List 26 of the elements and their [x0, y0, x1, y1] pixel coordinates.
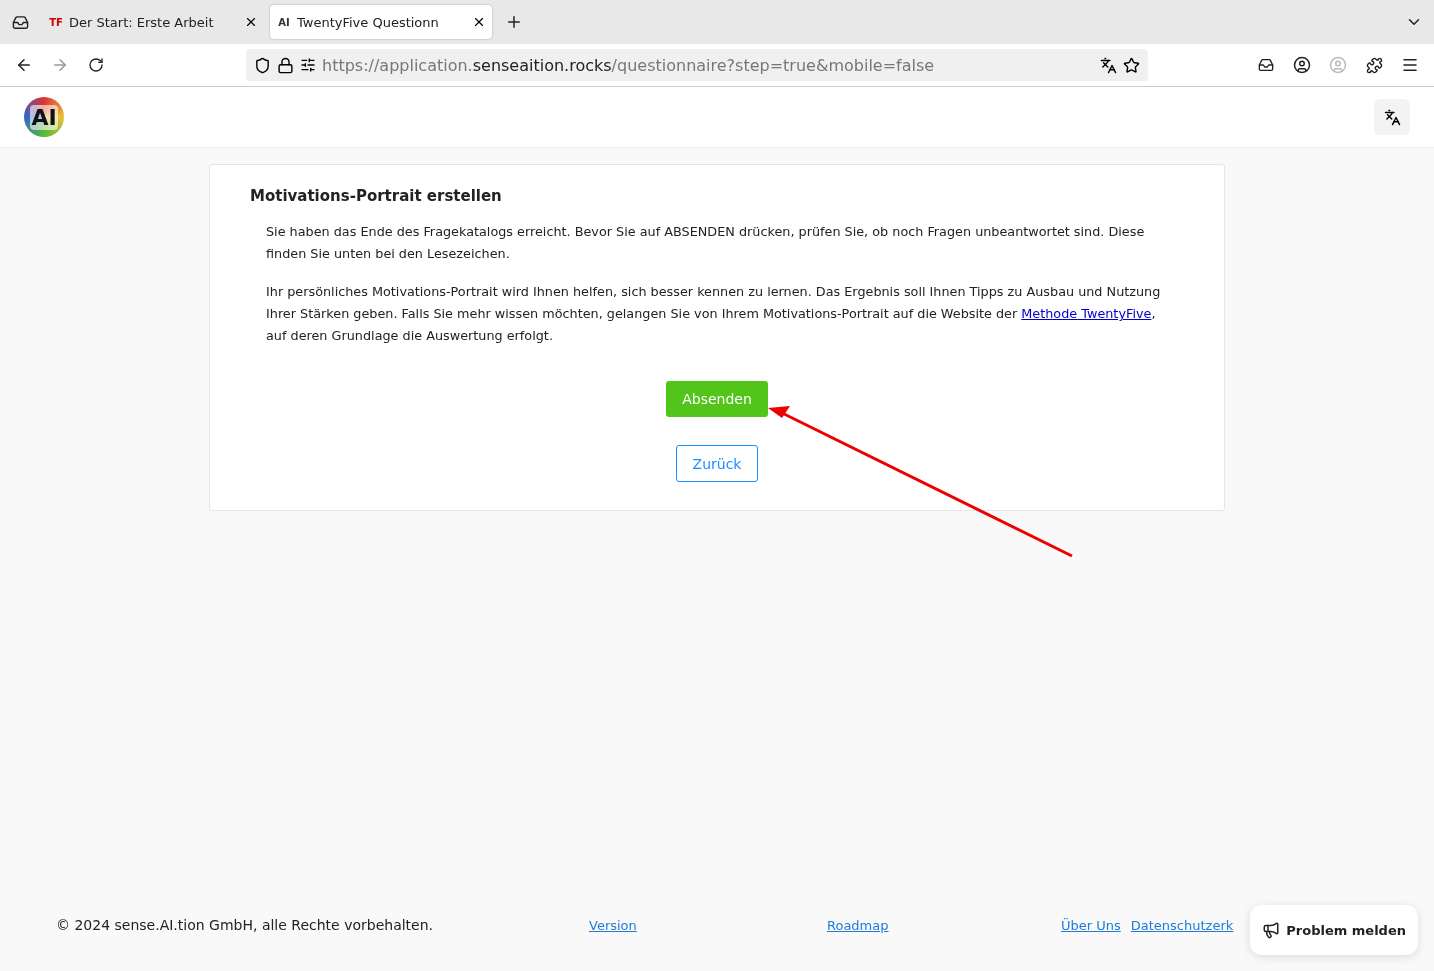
- logo[interactable]: AI: [24, 97, 64, 137]
- card-title: Motivations-Portrait erstellen: [250, 187, 503, 205]
- browser-tab[interactable]: AI TwentyFive Questionn: [270, 5, 492, 39]
- report-problem-button[interactable]: Problem melden: [1250, 905, 1418, 955]
- paragraph: Sie haben das Ende des Fragekatalogs erreicht. Bevor Sie auf ABSENDEN drücken, prüfen Sie, ob noch Fragen unbeantwortet sind. Diese finden Sie unten bei den Lesezeichen.: [266, 223, 1146, 263]
- star-icon[interactable]: [1123, 56, 1140, 74]
- close-icon[interactable]: [472, 15, 486, 29]
- browser-tab[interactable]: TF Der Start: Erste Arbeit: [42, 5, 264, 39]
- megaphone-icon: [1262, 921, 1281, 939]
- shield-icon[interactable]: [254, 56, 271, 74]
- translate-icon: [1383, 108, 1401, 126]
- favicon: TF: [48, 16, 64, 28]
- translate-icon[interactable]: [1100, 56, 1117, 74]
- footer-link[interactable]: Über Uns: [1061, 917, 1121, 933]
- footer-link[interactable]: Version: [589, 918, 637, 933]
- footer-link[interactable]: Datenschutzerk: [1130, 917, 1234, 933]
- address-bar[interactable]: https://application.senseaition.rocks/questionnaire?step=true&mobile=false: [246, 49, 1148, 81]
- translate-button[interactable]: [1374, 99, 1410, 135]
- paragraph: Ihr persönliches Motivations-Portrait wird Ihnen helfen, sich besser kennen zu lernen. Das Ergebnis soll Ihnen Tipps zu Ausbau und Nutzung Ihrer Stärken geben. Falls Sie mehr wissen möchten, gelangen Sie von Ihrem Motivations-Portrait auf die Website der Methode TwentyFive, auf deren Grundlage die Auswertung erfolgt.: [266, 283, 1162, 345]
- favicon: AI: [277, 16, 291, 28]
- close-icon[interactable]: [244, 15, 258, 29]
- footer-link[interactable]: Roadmap: [827, 918, 889, 933]
- permissions-icon[interactable]: [300, 57, 316, 73]
- lock-icon[interactable]: [277, 56, 294, 74]
- method-link[interactable]: Methode TwentyFive: [1021, 306, 1152, 321]
- copyright: © 2024 sense.AI.tion GmbH, alle Rechte vorbehalten.: [56, 917, 435, 933]
